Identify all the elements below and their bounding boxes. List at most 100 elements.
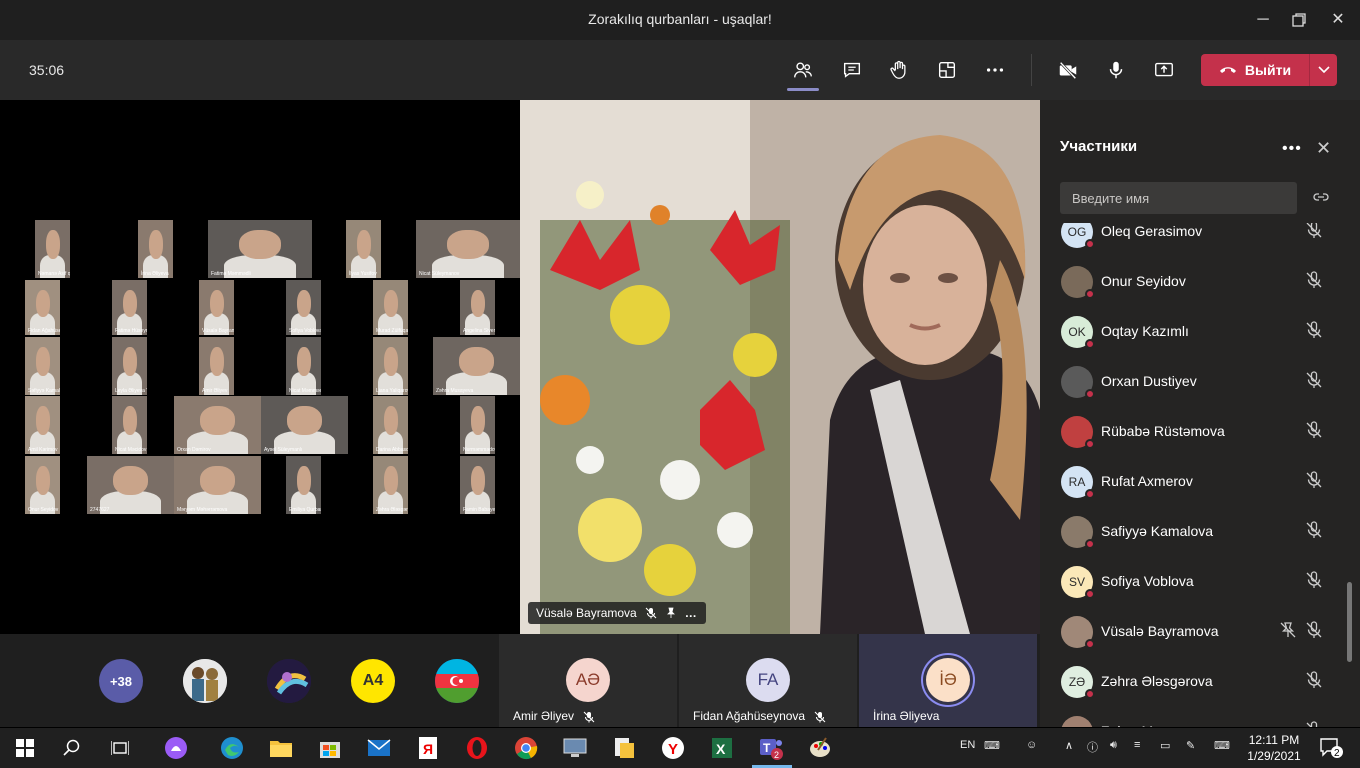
participant-list-scrollbar[interactable] <box>1347 582 1352 662</box>
leave-options-button[interactable] <box>1309 54 1337 86</box>
participant-row[interactable]: Rübabə Rüstəmova <box>1040 406 1360 456</box>
mic-muted-icon <box>1304 670 1324 690</box>
shared-tile-name: Zəhra Musayeva <box>436 388 474 394</box>
raise-hand-button[interactable] <box>884 56 914 84</box>
shared-tile-name: Nicat Məcidov <box>115 447 147 453</box>
participant-tile-irina[interactable]: İƏ İrina Əliyeva <box>859 634 1037 727</box>
tile-face-shape <box>200 406 235 436</box>
edge-browser-icon[interactable] <box>219 736 245 760</box>
panel-more-icon[interactable]: ••• <box>1282 140 1302 158</box>
network-icon[interactable]: ≡ <box>1134 739 1140 751</box>
participant-name: Fidan Ağahüseynova <box>693 709 826 723</box>
mic-muted-icon <box>1304 370 1324 390</box>
participant-row[interactable]: Zəhra M <box>1040 706 1360 727</box>
documents-app-icon[interactable] <box>611 736 637 760</box>
unpin-icon[interactable] <box>1278 620 1298 640</box>
share-screen-button[interactable] <box>1149 56 1179 84</box>
participant-avatar[interactable] <box>183 659 227 703</box>
more-actions-button[interactable] <box>980 56 1010 84</box>
participant-avatar[interactable]: А4 <box>351 659 395 703</box>
more-options-icon[interactable]: … <box>685 606 698 620</box>
notification-count: 2 <box>1334 748 1340 759</box>
participant-initials: SV <box>1068 575 1085 589</box>
yandex-browser-icon[interactable]: Y <box>660 736 686 760</box>
store-icon[interactable] <box>317 736 343 760</box>
tile-face-shape <box>383 466 398 496</box>
teams-icon[interactable]: T2 <box>758 736 784 760</box>
participants-button[interactable] <box>788 56 818 84</box>
participant-row[interactable]: OK Oqtay Kazımlı <box>1040 306 1360 356</box>
participant-row[interactable]: Onur Seyidov <box>1040 256 1360 306</box>
tile-face-shape <box>35 289 50 318</box>
presence-status-icon <box>1085 439 1095 449</box>
tile-face-shape <box>383 289 398 318</box>
system-clock[interactable]: 12:11 PM 1/29/2021 <box>1246 732 1302 764</box>
yandex-app-icon[interactable]: Я <box>415 736 441 760</box>
participant-avatar[interactable] <box>435 659 479 703</box>
battery-icon[interactable]: ▭ <box>1160 739 1170 752</box>
participant-avatar[interactable] <box>267 659 311 703</box>
show-hidden-icons[interactable]: ∧ <box>1065 739 1073 752</box>
share-link-icon[interactable] <box>1312 188 1330 206</box>
mic-muted-icon <box>645 607 657 619</box>
minimize-icon[interactable]: ─ <box>1251 8 1275 32</box>
participant-row[interactable]: RA Rufat Axmerov <box>1040 456 1360 506</box>
leave-button[interactable]: Выйти <box>1201 54 1309 86</box>
keyboard-icon[interactable]: ⌨ <box>984 739 1000 752</box>
tile-face-shape <box>35 406 50 436</box>
shared-video-tile: Nəmanə Asif qızı <box>35 220 70 278</box>
chat-button[interactable] <box>837 56 867 84</box>
tile-face-shape <box>209 347 224 377</box>
microphone-button[interactable] <box>1101 56 1131 84</box>
people-tray-icon[interactable]: ☺ <box>1026 739 1037 751</box>
mail-icon[interactable] <box>366 736 392 760</box>
speaker-name-chip[interactable]: Vüsalə Bayramova … <box>528 602 706 624</box>
participant-row[interactable]: OG Oleq Gerasimov <box>1040 223 1360 256</box>
shared-tile-name: Nicat Məmmədov <box>289 388 321 394</box>
participant-row[interactable]: Orxan Dustiyev <box>1040 356 1360 406</box>
tile-face-shape <box>45 230 60 260</box>
breakout-rooms-button[interactable] <box>932 56 962 84</box>
toolbar-divider <box>1031 54 1032 86</box>
file-explorer-icon[interactable] <box>268 736 294 760</box>
participant-initials: ZƏ <box>1068 675 1086 689</box>
participant-tile-fidan[interactable]: FA Fidan Ağahüseynova <box>679 634 857 727</box>
participant-tile-amir[interactable]: AƏ Amir Əliyev <box>499 634 677 727</box>
mic-muted-icon <box>1304 470 1324 490</box>
info-icon[interactable]: ⓘ <box>1087 739 1098 755</box>
search-icon <box>63 739 80 756</box>
volume-icon[interactable]: 🔊︎ <box>1110 739 1117 752</box>
input-language[interactable]: EN <box>960 739 975 751</box>
panel-close-icon[interactable]: ✕ <box>1316 138 1331 159</box>
camera-off-icon <box>1059 61 1077 80</box>
paint-icon[interactable] <box>807 736 833 760</box>
participant-row[interactable]: Safiyyə Kamalova <box>1040 506 1360 556</box>
camera-button[interactable] <box>1053 56 1083 84</box>
shared-tile-name: Məryəm Məhərrəmova <box>177 507 228 513</box>
search-button[interactable] <box>59 736 85 760</box>
touch-keyboard-icon[interactable]: ⌨ <box>1214 739 1230 752</box>
start-button[interactable] <box>12 736 38 760</box>
computer-app-icon[interactable] <box>562 736 588 760</box>
task-view-button[interactable] <box>107 736 133 760</box>
excel-icon[interactable]: X <box>709 736 735 760</box>
participant-row[interactable]: SV Sofiya Voblova <box>1040 556 1360 606</box>
participant-name: İrina Əliyeva <box>873 709 940 723</box>
participant-name: Oleq Gerasimov <box>1101 223 1203 239</box>
opera-icon[interactable] <box>464 736 490 760</box>
azerbaijan-flag-icon <box>435 659 479 703</box>
pen-icon[interactable]: ✎ <box>1186 739 1195 752</box>
overflow-participants-button[interactable]: +38 <box>99 659 143 703</box>
participant-row[interactable]: Vüsalə Bayramova <box>1040 606 1360 656</box>
action-center-button[interactable]: 2 <box>1318 736 1344 760</box>
alice-app-icon[interactable] <box>163 736 189 760</box>
participant-search-input[interactable] <box>1060 182 1297 214</box>
svg-text:Я: Я <box>423 741 433 757</box>
main-video[interactable] <box>520 100 1040 634</box>
chrome-icon[interactable] <box>513 736 539 760</box>
shared-video-tile: Orxan Dəmirov <box>174 396 261 454</box>
participant-list: OG Oleq Gerasimov Onur Seyidov OK Oqtay Kazı… <box>1040 223 1360 727</box>
participant-row[interactable]: ZƏ Zəhra Ələsgərova <box>1040 656 1360 706</box>
close-icon[interactable]: ✕ <box>1326 8 1350 32</box>
maximize-icon[interactable] <box>1287 8 1311 32</box>
